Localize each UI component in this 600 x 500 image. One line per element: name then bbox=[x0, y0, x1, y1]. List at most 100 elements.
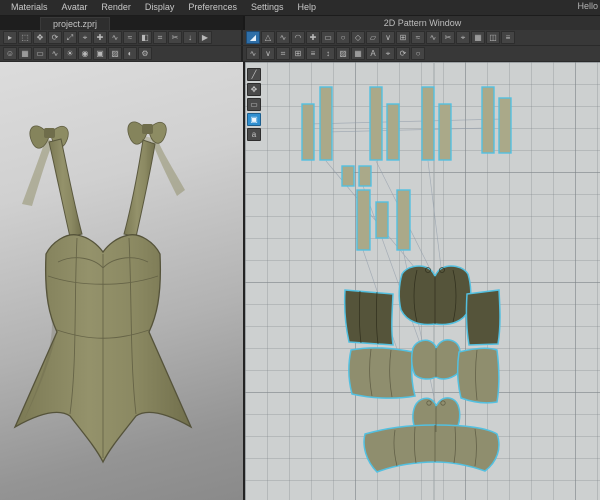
pattern-piece-strip[interactable] bbox=[481, 86, 495, 154]
pan-tool-icon[interactable]: ✥ bbox=[247, 83, 261, 96]
scissors-tool-icon[interactable]: ✂ bbox=[168, 31, 182, 44]
pattern-piece-strip[interactable] bbox=[421, 86, 435, 161]
wind-tool-icon[interactable]: ∿ bbox=[48, 47, 62, 60]
pattern-piece-small-strip[interactable] bbox=[341, 165, 355, 187]
simulate-button-icon[interactable]: ▶ bbox=[198, 31, 212, 44]
pattern-grid-icon[interactable]: ▦ bbox=[471, 31, 485, 44]
strap-right bbox=[123, 139, 156, 238]
move-gizmo-icon[interactable]: ✥ bbox=[33, 31, 47, 44]
dart-tool-icon[interactable]: ◇ bbox=[351, 31, 365, 44]
view-box-icon[interactable]: ▭ bbox=[247, 98, 261, 111]
color-display-icon[interactable]: ◐ bbox=[123, 47, 137, 60]
box-select-icon[interactable]: ⬚ bbox=[18, 31, 32, 44]
free-sewing-icon[interactable]: ∿ bbox=[426, 31, 440, 44]
project-tab[interactable]: project.zprj bbox=[40, 17, 111, 30]
pattern-window-title: 2D Pattern Window bbox=[243, 16, 600, 30]
texture-surface-icon[interactable]: ▨ bbox=[336, 47, 350, 60]
menu-display[interactable]: Display bbox=[138, 0, 182, 15]
dark-pattern-set bbox=[343, 265, 501, 346]
fold-tool-icon[interactable]: ◧ bbox=[138, 31, 152, 44]
seam-tool-icon[interactable]: ≈ bbox=[123, 31, 137, 44]
edit-curve-icon[interactable]: ∿ bbox=[276, 31, 290, 44]
pattern-piece-strip[interactable] bbox=[498, 97, 512, 154]
select-tool-icon[interactable]: ▸ bbox=[3, 31, 17, 44]
pattern-piece-strip[interactable] bbox=[386, 103, 400, 161]
pattern-piece-bottom-flare[interactable] bbox=[363, 424, 500, 473]
garment-mesh[interactable] bbox=[13, 121, 193, 464]
tack-tool-icon[interactable]: ✚ bbox=[93, 31, 107, 44]
camera-icon[interactable]: ◉ bbox=[78, 47, 92, 60]
arrangement-icon[interactable]: ▦ bbox=[18, 47, 32, 60]
pattern-piece-strip[interactable] bbox=[369, 86, 383, 161]
pattern-piece-small-strip[interactable] bbox=[358, 165, 372, 187]
pattern-piece-back-left-dark[interactable] bbox=[343, 289, 394, 346]
strap-left bbox=[48, 138, 83, 238]
light-settings-icon[interactable]: ☀ bbox=[63, 47, 77, 60]
sync-3d-icon[interactable]: ⟳ bbox=[396, 47, 410, 60]
snapshot-icon[interactable]: ▣ bbox=[93, 47, 107, 60]
pattern-window-2d[interactable]: ╱ ✥ ▭ ▣ a bbox=[243, 62, 600, 500]
avatar-display-icon[interactable]: ☺ bbox=[3, 47, 17, 60]
polygon-tool-icon[interactable]: ▱ bbox=[366, 31, 380, 44]
edit-curvature-icon[interactable]: ◠ bbox=[291, 31, 305, 44]
rectangle-pattern-icon[interactable]: ▭ bbox=[321, 31, 335, 44]
grading-icon[interactable]: ⌖ bbox=[456, 31, 470, 44]
settings-gear-icon[interactable]: ⚙ bbox=[138, 47, 152, 60]
show-pattern-name-icon[interactable]: A bbox=[366, 47, 380, 60]
segment-sewing-icon[interactable]: ≈ bbox=[411, 31, 425, 44]
reset-2d-view-icon[interactable]: ○ bbox=[411, 47, 425, 60]
pattern-piece-strip[interactable] bbox=[319, 86, 333, 161]
pattern-piece-front-right-light[interactable] bbox=[456, 347, 500, 404]
pattern-piece-strip[interactable] bbox=[396, 189, 411, 251]
transform-pattern-icon[interactable]: ◢ bbox=[246, 31, 260, 44]
cut-sew-icon[interactable]: ✂ bbox=[441, 31, 455, 44]
menu-avatar[interactable]: Avatar bbox=[55, 0, 95, 15]
pattern-piece-strip[interactable] bbox=[301, 103, 315, 161]
menu-preferences[interactable]: Preferences bbox=[181, 0, 244, 15]
toolbar-2d-row1: ◢ △ ∿ ◠ ✚ ▭ ○ ◇ ▱ ∨ ⊞ ≈ ∿ ✂ ⌖ ▦ ◫ ≡ bbox=[243, 30, 600, 45]
symmetric-pattern-icon[interactable]: ◫ bbox=[486, 31, 500, 44]
show-sewing-lines-icon[interactable]: ∿ bbox=[246, 47, 260, 60]
gravity-tool-icon[interactable]: ↓ bbox=[183, 31, 197, 44]
pattern-piece-strip[interactable] bbox=[438, 103, 452, 161]
pen-tool-icon[interactable]: ╱ bbox=[247, 68, 261, 81]
rotate-gizmo-icon[interactable]: ⟳ bbox=[48, 31, 62, 44]
scale-gizmo-icon[interactable]: ⤢ bbox=[63, 31, 77, 44]
layer-icon[interactable]: ≡ bbox=[501, 31, 515, 44]
menu-help[interactable]: Help bbox=[290, 0, 323, 15]
tape-tool-icon[interactable]: ▭ bbox=[33, 47, 47, 60]
menu-render[interactable]: Render bbox=[94, 0, 138, 15]
notch-tool-icon[interactable]: ∨ bbox=[381, 31, 395, 44]
toolbar-3d-row2: ☺ ▦ ▭ ∿ ☀ ◉ ▣ ▨ ◐ ⚙ bbox=[0, 46, 243, 61]
show-notches-icon[interactable]: ∨ bbox=[261, 47, 275, 60]
pattern-side-tools: ╱ ✥ ▭ ▣ a bbox=[247, 68, 261, 141]
bow-left-knot bbox=[44, 128, 55, 138]
texture-paint-icon[interactable]: ▣ bbox=[247, 113, 261, 126]
snap-grid-icon[interactable]: ⊞ bbox=[291, 47, 305, 60]
pin-tool-icon[interactable]: ⌖ bbox=[78, 31, 92, 44]
toolbar-row-2: ☺ ▦ ▭ ∿ ☀ ◉ ▣ ▨ ◐ ⚙ ∿ ∨ ⌗ ⊞ ≡ ↕ ▨ ▦ A ⌖ … bbox=[0, 46, 600, 62]
text-annotate-icon[interactable]: a bbox=[247, 128, 261, 141]
show-baseline-icon[interactable]: ≡ bbox=[306, 47, 320, 60]
edit-pattern-icon[interactable]: △ bbox=[261, 31, 275, 44]
viewport-3d[interactable] bbox=[0, 62, 243, 500]
grain-line-icon[interactable]: ↕ bbox=[321, 47, 335, 60]
sewing-tool-icon[interactable]: ∿ bbox=[108, 31, 122, 44]
main-content: ╱ ✥ ▭ ▣ a bbox=[0, 62, 600, 500]
texture-display-icon[interactable]: ▨ bbox=[108, 47, 122, 60]
bottom-pattern-set bbox=[363, 397, 500, 473]
show-grid-icon[interactable]: ⌗ bbox=[276, 47, 290, 60]
pattern-piece-front-left-light[interactable] bbox=[348, 347, 416, 399]
circle-pattern-icon[interactable]: ○ bbox=[336, 31, 350, 44]
internal-rect-icon[interactable]: ⊞ bbox=[396, 31, 410, 44]
pattern-piece-strip[interactable] bbox=[375, 201, 389, 239]
menu-settings[interactable]: Settings bbox=[244, 0, 291, 15]
add-point-icon[interactable]: ✚ bbox=[306, 31, 320, 44]
menu-materials[interactable]: Materials bbox=[4, 0, 55, 15]
show-measure-icon[interactable]: ⌖ bbox=[381, 47, 395, 60]
pattern-piece-back-right-dark[interactable] bbox=[465, 289, 501, 346]
measure-tool-icon[interactable]: ⌗ bbox=[153, 31, 167, 44]
bow-right-knot bbox=[142, 124, 153, 134]
pattern-piece-strip[interactable] bbox=[356, 189, 371, 251]
mesh-surface-icon[interactable]: ▦ bbox=[351, 47, 365, 60]
